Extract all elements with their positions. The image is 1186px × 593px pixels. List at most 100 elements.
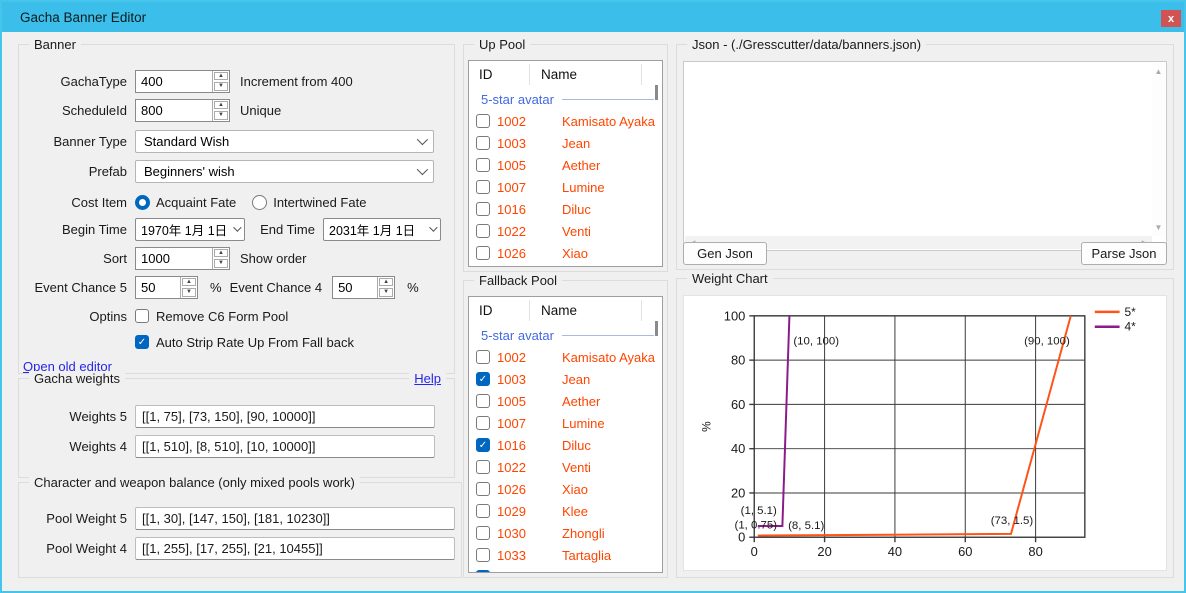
parse-json-button[interactable]: Parse Json: [1081, 242, 1167, 265]
scroll-down-icon[interactable]: ▼: [1152, 223, 1165, 232]
row-checkbox[interactable]: [476, 180, 490, 194]
pool-row[interactable]: ✓1035Qiqi: [469, 566, 662, 573]
up-pool-list[interactable]: ID Name 5-star avatar1002Kamisato Ayaka1…: [468, 60, 663, 267]
weights5-input[interactable]: [[1, 75], [73, 150], [90, 10000]]: [135, 405, 435, 428]
row-checkbox[interactable]: ✓: [476, 372, 490, 386]
auto-strip-checkbox[interactable]: ✓: [135, 335, 149, 349]
row-checkbox[interactable]: [476, 416, 490, 430]
spin-down-icon[interactable]: ▼: [379, 288, 393, 297]
row-checkbox[interactable]: [476, 504, 490, 518]
balance-group: Character and weapon balance (only mixed…: [18, 482, 462, 578]
scrollbar-thumb[interactable]: [655, 321, 658, 336]
pool-row[interactable]: 1007Lumine: [469, 412, 662, 434]
pool-row[interactable]: 1002Kamisato Ayaka: [469, 110, 662, 132]
pool-row[interactable]: 1026 Xiao: [469, 478, 662, 500]
row-checkbox[interactable]: ✓: [476, 438, 490, 452]
pool-row[interactable]: 1005Aether: [469, 154, 662, 176]
gachatype-input[interactable]: 400 ▲▼: [135, 70, 230, 93]
weight-chart-title: Weight Chart: [687, 271, 773, 286]
gachatype-value[interactable]: 400: [136, 71, 212, 92]
row-checkbox[interactable]: [476, 136, 490, 150]
banner-type-select[interactable]: Standard Wish: [135, 130, 434, 153]
pool-row[interactable]: 1026Xiao: [469, 242, 662, 264]
event-chance-5-value[interactable]: 50: [136, 277, 180, 298]
pool-row[interactable]: ✓1003Jean: [469, 368, 662, 390]
event-chance-4-input[interactable]: 50 ▲▼: [332, 276, 395, 299]
json-textarea[interactable]: ▲ ▼ ◄ ►: [683, 61, 1167, 251]
weights4-value: [[1, 510], [8, 510], [10, 10000]]: [142, 439, 315, 454]
gen-json-button[interactable]: Gen Json: [683, 242, 767, 265]
row-checkbox[interactable]: [476, 202, 490, 216]
sort-value[interactable]: 1000: [136, 248, 212, 269]
pool-row[interactable]: ✓1016Diluc: [469, 434, 662, 456]
main-content: Banner GachaType 400 ▲▼ Increment from 4…: [2, 32, 1184, 591]
row-checkbox[interactable]: [476, 246, 490, 260]
row-checkbox[interactable]: [476, 158, 490, 172]
pool-row[interactable]: 1029Klee: [469, 500, 662, 522]
row-checkbox[interactable]: [476, 114, 490, 128]
scheduleid-spinner[interactable]: ▲▼: [212, 100, 229, 121]
prefab-select[interactable]: Beginners' wish: [135, 160, 434, 183]
acquaint-fate-radio[interactable]: [135, 195, 150, 210]
pool-row[interactable]: 1022Venti: [469, 456, 662, 478]
pool-row[interactable]: 1030Zhongli: [469, 522, 662, 544]
pool-row[interactable]: 1016Diluc: [469, 198, 662, 220]
scheduleid-value[interactable]: 800: [136, 100, 212, 121]
close-button[interactable]: x: [1161, 10, 1181, 27]
spin-down-icon[interactable]: ▼: [182, 288, 196, 297]
weights4-input[interactable]: [[1, 510], [8, 510], [10, 10000]]: [135, 435, 435, 458]
spin-up-icon[interactable]: ▲: [182, 278, 196, 287]
fallback-pool-list[interactable]: ID Name 5-star avatar1002Kamisato Ayaka✓…: [468, 296, 663, 573]
row-checkbox[interactable]: [476, 350, 490, 364]
row-checkbox[interactable]: [476, 482, 490, 496]
end-time-picker[interactable]: 2031年 1月 1日: [323, 218, 441, 241]
row-name: Xiao: [562, 482, 588, 497]
row-checkbox[interactable]: ✓: [476, 570, 490, 573]
pool-weight5-input[interactable]: [[1, 30], [147, 150], [181, 10230]]: [135, 507, 455, 530]
spin-down-icon[interactable]: ▼: [214, 259, 228, 268]
row-checkbox[interactable]: [476, 548, 490, 562]
sort-hint: Show order: [240, 251, 306, 266]
row-id: 1026: [497, 482, 543, 497]
event-chance-5-spinner[interactable]: ▲▼: [180, 277, 197, 298]
spin-up-icon[interactable]: ▲: [214, 249, 228, 258]
scrollbar-thumb[interactable]: [655, 85, 658, 100]
svg-text:100: 100: [724, 308, 746, 323]
gachatype-spinner[interactable]: ▲▼: [212, 71, 229, 92]
scroll-up-icon[interactable]: ▲: [1152, 67, 1165, 76]
intertwined-fate-radio[interactable]: [252, 195, 267, 210]
name-column-header: Name: [529, 303, 577, 318]
vertical-scrollbar[interactable]: ▲ ▼: [1152, 63, 1165, 236]
pool-row[interactable]: 1002Kamisato Ayaka: [469, 346, 662, 368]
spin-down-icon[interactable]: ▼: [214, 82, 228, 91]
remove-c6-checkbox[interactable]: [135, 309, 149, 323]
row-name: Kamisato Ayaka: [562, 114, 655, 129]
row-checkbox[interactable]: [476, 526, 490, 540]
begin-time-picker[interactable]: 1970年 1月 1日: [135, 218, 245, 241]
spin-down-icon[interactable]: ▼: [214, 111, 228, 120]
begin-time-label: Begin Time: [27, 222, 127, 237]
help-link[interactable]: Help: [409, 371, 446, 386]
pool-row[interactable]: 1005Aether: [469, 390, 662, 412]
category-label: 5-star avatar: [481, 328, 554, 343]
scheduleid-input[interactable]: 800 ▲▼: [135, 99, 230, 122]
event-chance-4-spinner[interactable]: ▲▼: [377, 277, 394, 298]
sort-spinner[interactable]: ▲▼: [212, 248, 229, 269]
pool-row[interactable]: 1022Venti: [469, 220, 662, 242]
weight-chart: 020406080100020406080%(10, 100)(90, 100)…: [683, 295, 1167, 571]
event-chance-5-input[interactable]: 50 ▲▼: [135, 276, 198, 299]
spin-up-icon[interactable]: ▲: [379, 278, 393, 287]
pool-row[interactable]: 1007Lumine: [469, 176, 662, 198]
pool-weight4-input[interactable]: [[1, 255], [17, 255], [21, 10455]]: [135, 537, 455, 560]
row-checkbox[interactable]: [476, 460, 490, 474]
title-bar[interactable]: Gacha Banner Editor: [2, 2, 1184, 32]
row-checkbox[interactable]: [476, 224, 490, 238]
pool-row[interactable]: 1003Jean: [469, 132, 662, 154]
pool-row[interactable]: 1033Tartaglia: [469, 544, 662, 566]
event-chance-4-value[interactable]: 50: [333, 277, 377, 298]
svg-text:40: 40: [888, 544, 902, 559]
sort-input[interactable]: 1000 ▲▼: [135, 247, 230, 270]
row-checkbox[interactable]: [476, 394, 490, 408]
spin-up-icon[interactable]: ▲: [214, 72, 228, 81]
spin-up-icon[interactable]: ▲: [214, 101, 228, 110]
